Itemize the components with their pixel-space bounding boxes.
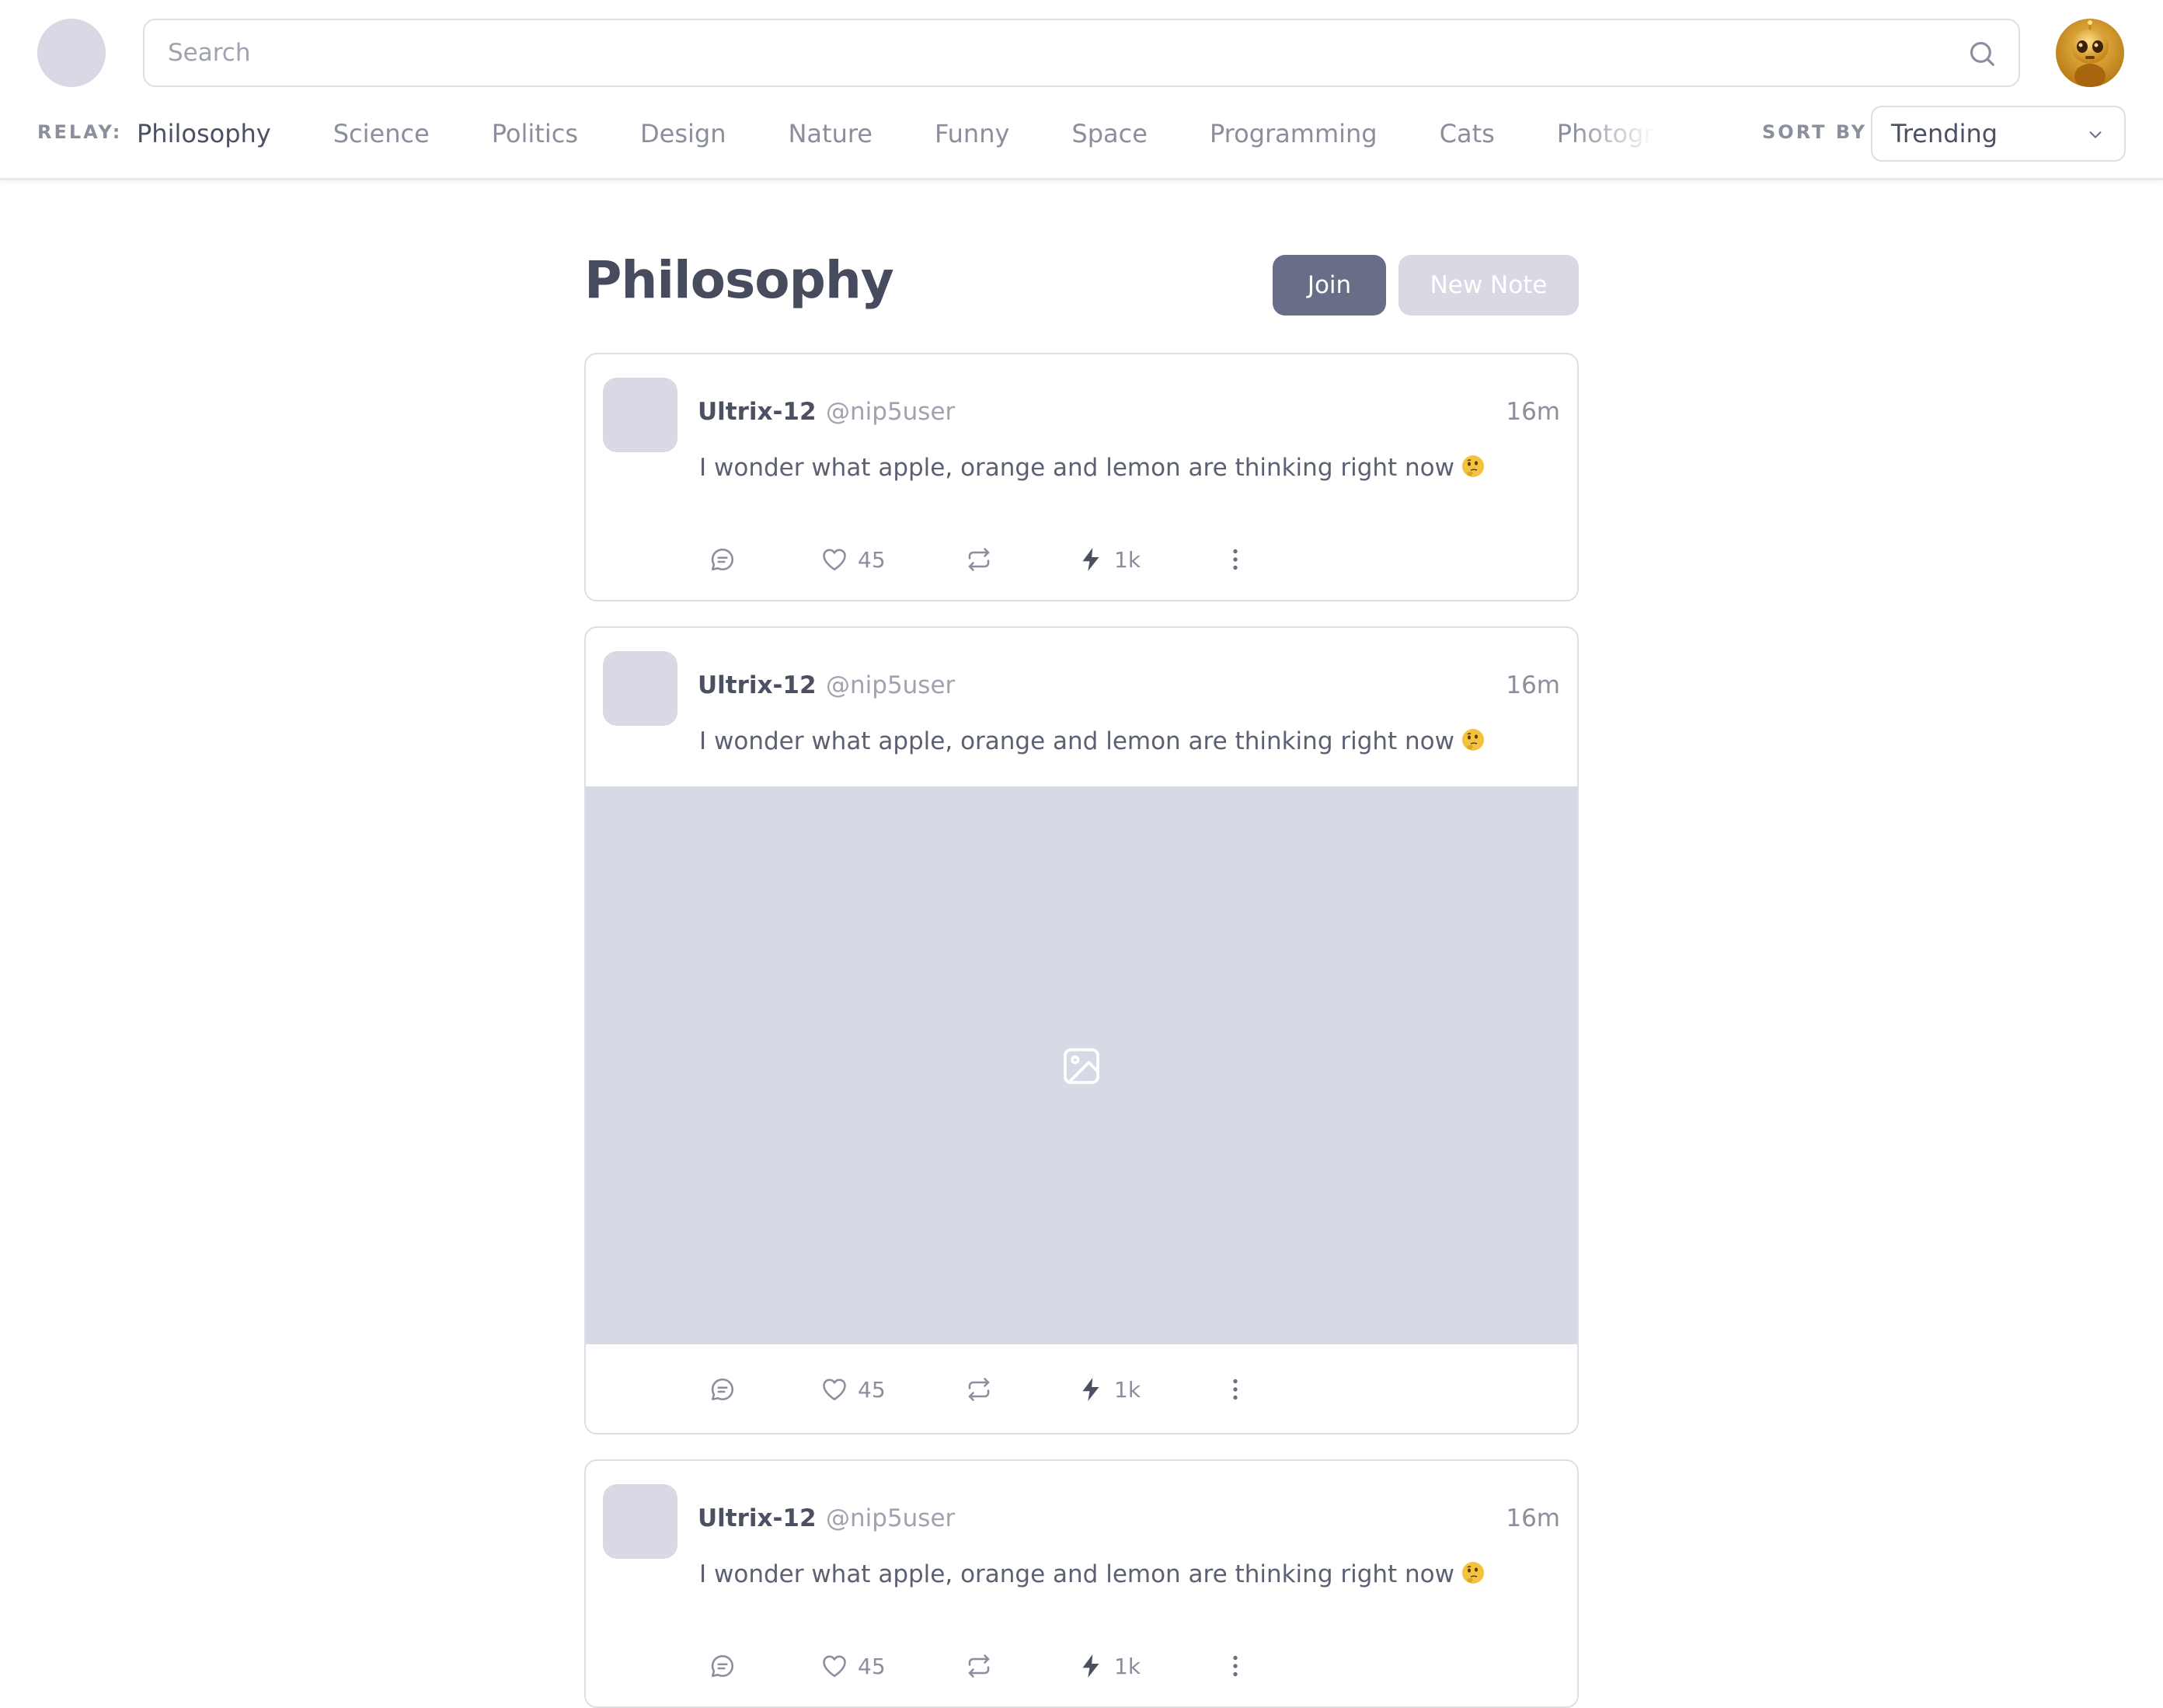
repost-button[interactable] [965, 1366, 993, 1413]
more-vertical-icon [1233, 549, 1238, 570]
search-input[interactable] [168, 20, 1955, 85]
comment-icon [711, 1654, 734, 1678]
like-button[interactable]: 45 [820, 1366, 886, 1413]
zap-button[interactable]: 1k [1077, 1643, 1141, 1689]
relay-tab-space[interactable]: Space [1040, 112, 1179, 155]
search-bar[interactable] [143, 19, 2020, 87]
heart-icon [823, 1379, 846, 1401]
more-options-button[interactable] [1221, 1643, 1249, 1689]
relay-label: RELAY: [37, 121, 123, 143]
like-count: 45 [858, 546, 886, 573]
zap-count: 1k [1114, 546, 1141, 573]
thinking-face-icon [1462, 455, 1485, 477]
relay-tab-photography[interactable]: Photography [1526, 112, 1666, 155]
join-button[interactable]: Join [1273, 255, 1386, 315]
repost-icon [968, 548, 990, 571]
post-actions: 45 1k [586, 536, 1577, 583]
reply-button[interactable] [709, 1366, 737, 1413]
comment-icon [711, 548, 734, 571]
post-actions: 45 1k [586, 1366, 1577, 1413]
post-text: I wonder what apple, orange and lemon ar… [699, 1560, 1486, 1588]
post-author-avatar[interactable] [603, 378, 677, 452]
relay-tab-cats[interactable]: Cats [1409, 112, 1526, 155]
sort-label: SORT BY [1762, 121, 1868, 143]
post-author-handle[interactable]: @nip5user [826, 1504, 955, 1532]
zap-button[interactable]: 1k [1077, 536, 1141, 583]
post-text-content: I wonder what apple, orange and lemon ar… [699, 1560, 1455, 1588]
search-icon[interactable] [1967, 39, 1997, 68]
relay-tab-design[interactable]: Design [609, 112, 757, 155]
reply-button[interactable] [709, 536, 737, 583]
more-options-button[interactable] [1221, 1366, 1249, 1413]
post-text-content: I wonder what apple, orange and lemon ar… [699, 727, 1455, 755]
post-card[interactable]: Ultrix-12 @nip5user 16m I wonder what ap… [584, 353, 1579, 601]
post-text-content: I wonder what apple, orange and lemon ar… [699, 454, 1455, 482]
comment-icon [711, 1378, 734, 1401]
heart-icon [823, 549, 846, 571]
post-timestamp: 16m [1506, 398, 1560, 426]
image-icon [1064, 1048, 1099, 1084]
chevron-down-icon [2089, 131, 2102, 138]
like-count: 45 [858, 1376, 886, 1403]
relay-tab-science[interactable]: Science [302, 112, 461, 155]
zap-count: 1k [1114, 1653, 1141, 1679]
like-button[interactable]: 45 [820, 1643, 886, 1689]
post-author-name[interactable]: Ultrix-12 [698, 398, 817, 426]
sort-value: Trending [1891, 119, 1998, 148]
lightning-icon [1082, 1378, 1099, 1401]
post-author-avatar[interactable] [603, 1484, 677, 1559]
like-count: 45 [858, 1653, 886, 1679]
new-note-button[interactable]: New Note [1398, 255, 1579, 315]
reply-button[interactable] [709, 1643, 737, 1689]
relay-tab-nature[interactable]: Nature [757, 112, 904, 155]
more-vertical-icon [1233, 1655, 1238, 1677]
post-author-name[interactable]: Ultrix-12 [698, 671, 817, 699]
repost-icon [968, 1654, 990, 1678]
sort-dropdown[interactable]: Trending [1871, 106, 2126, 162]
post-timestamp: 16m [1506, 1504, 1560, 1532]
post-timestamp: 16m [1506, 671, 1560, 699]
thinking-face-icon [1462, 729, 1485, 751]
relay-tab-politics[interactable]: Politics [461, 112, 609, 155]
post-text: I wonder what apple, orange and lemon ar… [699, 727, 1486, 755]
post-author-avatar[interactable] [603, 651, 677, 726]
repost-button[interactable] [965, 1643, 993, 1689]
post-author-name[interactable]: Ultrix-12 [698, 1504, 817, 1532]
more-vertical-icon [1233, 1379, 1238, 1400]
relay-tab-philosophy[interactable]: Philosophy [137, 112, 302, 155]
post-author-handle[interactable]: @nip5user [826, 671, 955, 699]
top-bar: RELAY: Philosophy Science Politics Desig… [0, 0, 2163, 180]
relay-tab-programming[interactable]: Programming [1179, 112, 1409, 155]
thinking-face-icon [1462, 1562, 1485, 1584]
robot-avatar-icon [2056, 19, 2124, 87]
heart-icon [823, 1655, 846, 1678]
post-text: I wonder what apple, orange and lemon ar… [699, 454, 1486, 482]
lightning-icon [1082, 1654, 1099, 1678]
more-options-button[interactable] [1221, 536, 1249, 583]
post-actions: 45 1k [586, 1643, 1577, 1689]
logo[interactable] [37, 19, 106, 87]
relay-tabs: Philosophy Science Politics Design Natur… [137, 112, 1666, 155]
post-card[interactable]: Ultrix-12 @nip5user 16m I wonder what ap… [584, 626, 1579, 1434]
relay-tab-funny[interactable]: Funny [904, 112, 1040, 155]
page-title: Philosophy [584, 250, 894, 310]
post-image-placeholder[interactable] [586, 786, 1577, 1344]
post-card[interactable]: Ultrix-12 @nip5user 16m I wonder what ap… [584, 1459, 1579, 1708]
repost-button[interactable] [965, 536, 993, 583]
repost-icon [968, 1378, 990, 1401]
like-button[interactable]: 45 [820, 536, 886, 583]
zap-count: 1k [1114, 1376, 1141, 1403]
lightning-icon [1082, 548, 1099, 571]
zap-button[interactable]: 1k [1077, 1366, 1141, 1413]
user-avatar[interactable] [2056, 19, 2124, 87]
post-author-handle[interactable]: @nip5user [826, 398, 955, 426]
